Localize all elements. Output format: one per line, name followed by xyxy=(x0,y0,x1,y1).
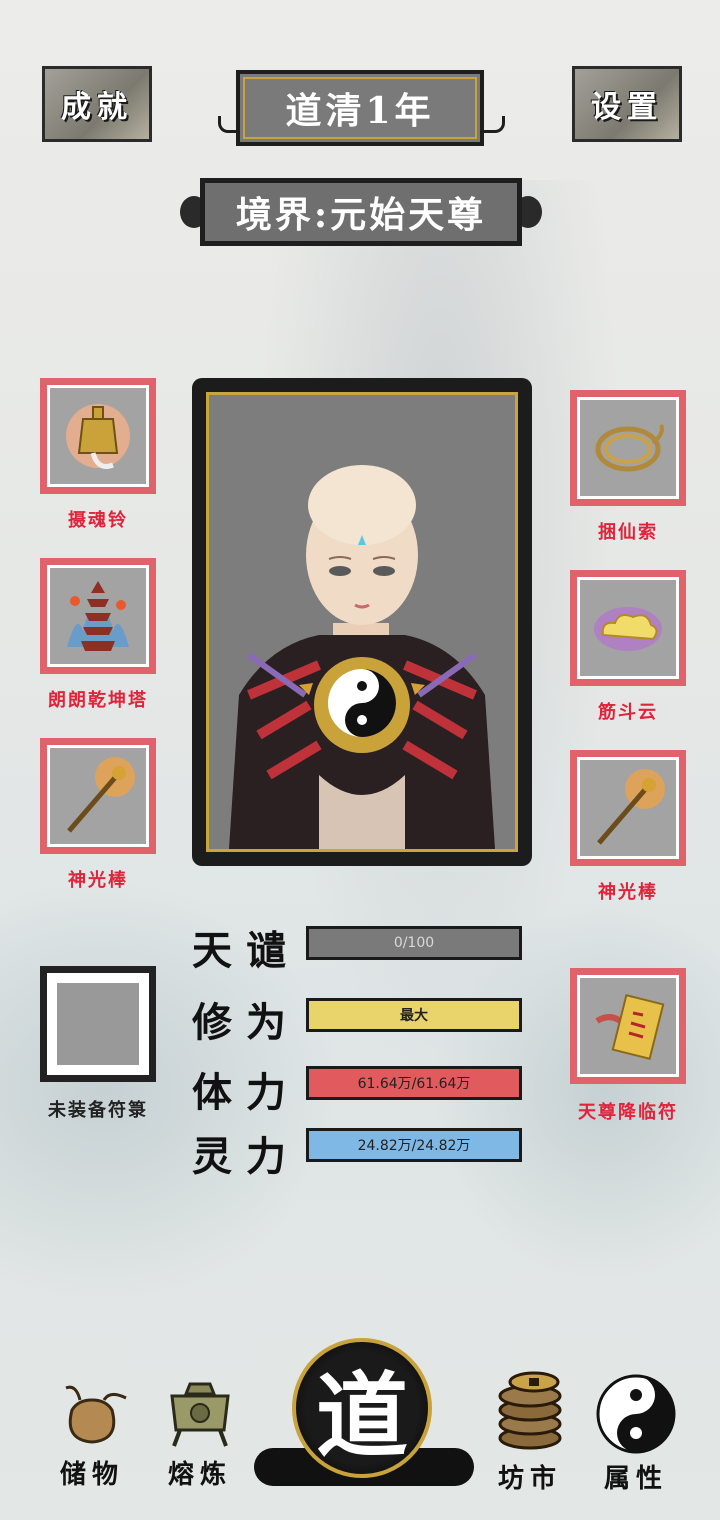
nav-refine[interactable]: 熔炼 xyxy=(160,1374,240,1491)
nav-market[interactable]: 坊市 xyxy=(490,1368,570,1495)
nav-market-label: 坊市 xyxy=(497,1464,562,1494)
equip-label-soul-bell: 摄魂铃 xyxy=(68,510,128,531)
dao-label: 道 xyxy=(315,1361,408,1470)
coins-icon xyxy=(498,1371,562,1450)
stamina-bar: 61.64万/61.64万 xyxy=(306,1066,522,1100)
talisman-icon xyxy=(595,994,665,1060)
equip-label-immortal-rope: 捆仙索 xyxy=(598,522,658,543)
year-plaque: 道清1年 xyxy=(236,70,484,146)
nav-storage-label: 储物 xyxy=(59,1460,124,1490)
nav-storage[interactable]: 储物 xyxy=(52,1370,132,1491)
cultivation-value: 最大 xyxy=(400,1008,428,1024)
equip-slot-cloud[interactable] xyxy=(570,570,686,686)
equip-label-cloud: 筋斗云 xyxy=(598,702,658,723)
talisman-empty-label: 未装备符箓 xyxy=(48,1100,148,1121)
stamina-value: 61.64万/61.64万 xyxy=(357,1076,471,1092)
staff-icon xyxy=(597,769,665,845)
settings-label: 设置 xyxy=(591,90,663,125)
equip-label-light-staff-right: 神光棒 xyxy=(598,882,658,903)
nav-refine-label: 熔炼 xyxy=(167,1460,232,1490)
nav-attributes[interactable]: 属性 xyxy=(596,1374,676,1495)
bell-icon xyxy=(66,404,130,469)
year-label: 道清1年 xyxy=(285,90,435,132)
pagoda-icon xyxy=(67,581,129,651)
tribulation-bar: 0/100 xyxy=(306,926,522,960)
stat-label-tribulation: 天谴 xyxy=(192,927,300,974)
achievements-label: 成就 xyxy=(61,90,133,125)
talisman-slot-empty[interactable] xyxy=(40,966,156,1082)
furnace-icon xyxy=(170,1382,230,1447)
talisman-slot-descent[interactable] xyxy=(570,968,686,1084)
spirit-bar: 24.82万/24.82万 xyxy=(306,1128,522,1162)
equip-slot-light-staff-left[interactable] xyxy=(40,738,156,854)
character-portrait[interactable] xyxy=(192,378,532,866)
stat-label-spirit: 灵力 xyxy=(192,1133,300,1180)
realm-banner: 境界:元始天尊 xyxy=(200,178,522,246)
equip-slot-immortal-rope[interactable] xyxy=(570,390,686,506)
dao-center-button[interactable]: 道 xyxy=(292,1338,432,1478)
nav-attributes-label: 属性 xyxy=(603,1464,668,1494)
equip-label-light-staff-left: 神光棒 xyxy=(68,870,128,891)
rope-icon xyxy=(595,424,664,472)
monk-character-image xyxy=(209,395,515,849)
settings-button[interactable]: 设置 xyxy=(572,66,682,142)
staff-icon xyxy=(67,757,135,833)
equip-slot-pagoda[interactable] xyxy=(40,558,156,674)
tribulation-value: 0/100 xyxy=(393,935,435,951)
realm-label: 境界:元始天尊 xyxy=(235,194,487,236)
equip-label-descent-talisman: 天尊降临符 xyxy=(578,1102,678,1123)
cultivation-bar: 最大 xyxy=(306,998,522,1032)
cloud-icon xyxy=(594,607,662,651)
spirit-value: 24.82万/24.82万 xyxy=(357,1138,471,1154)
stat-label-cultivation: 修为 xyxy=(192,999,300,1046)
equip-label-pagoda: 朗朗乾坤塔 xyxy=(48,690,148,711)
equip-slot-soul-bell[interactable] xyxy=(40,378,156,494)
yin-yang-icon xyxy=(596,1374,676,1454)
portrait-canvas xyxy=(206,392,518,852)
equip-slot-light-staff-right[interactable] xyxy=(570,750,686,866)
stat-label-stamina: 体力 xyxy=(192,1069,300,1116)
pouch-icon xyxy=(65,1385,127,1444)
achievements-button[interactable]: 成就 xyxy=(42,66,152,142)
